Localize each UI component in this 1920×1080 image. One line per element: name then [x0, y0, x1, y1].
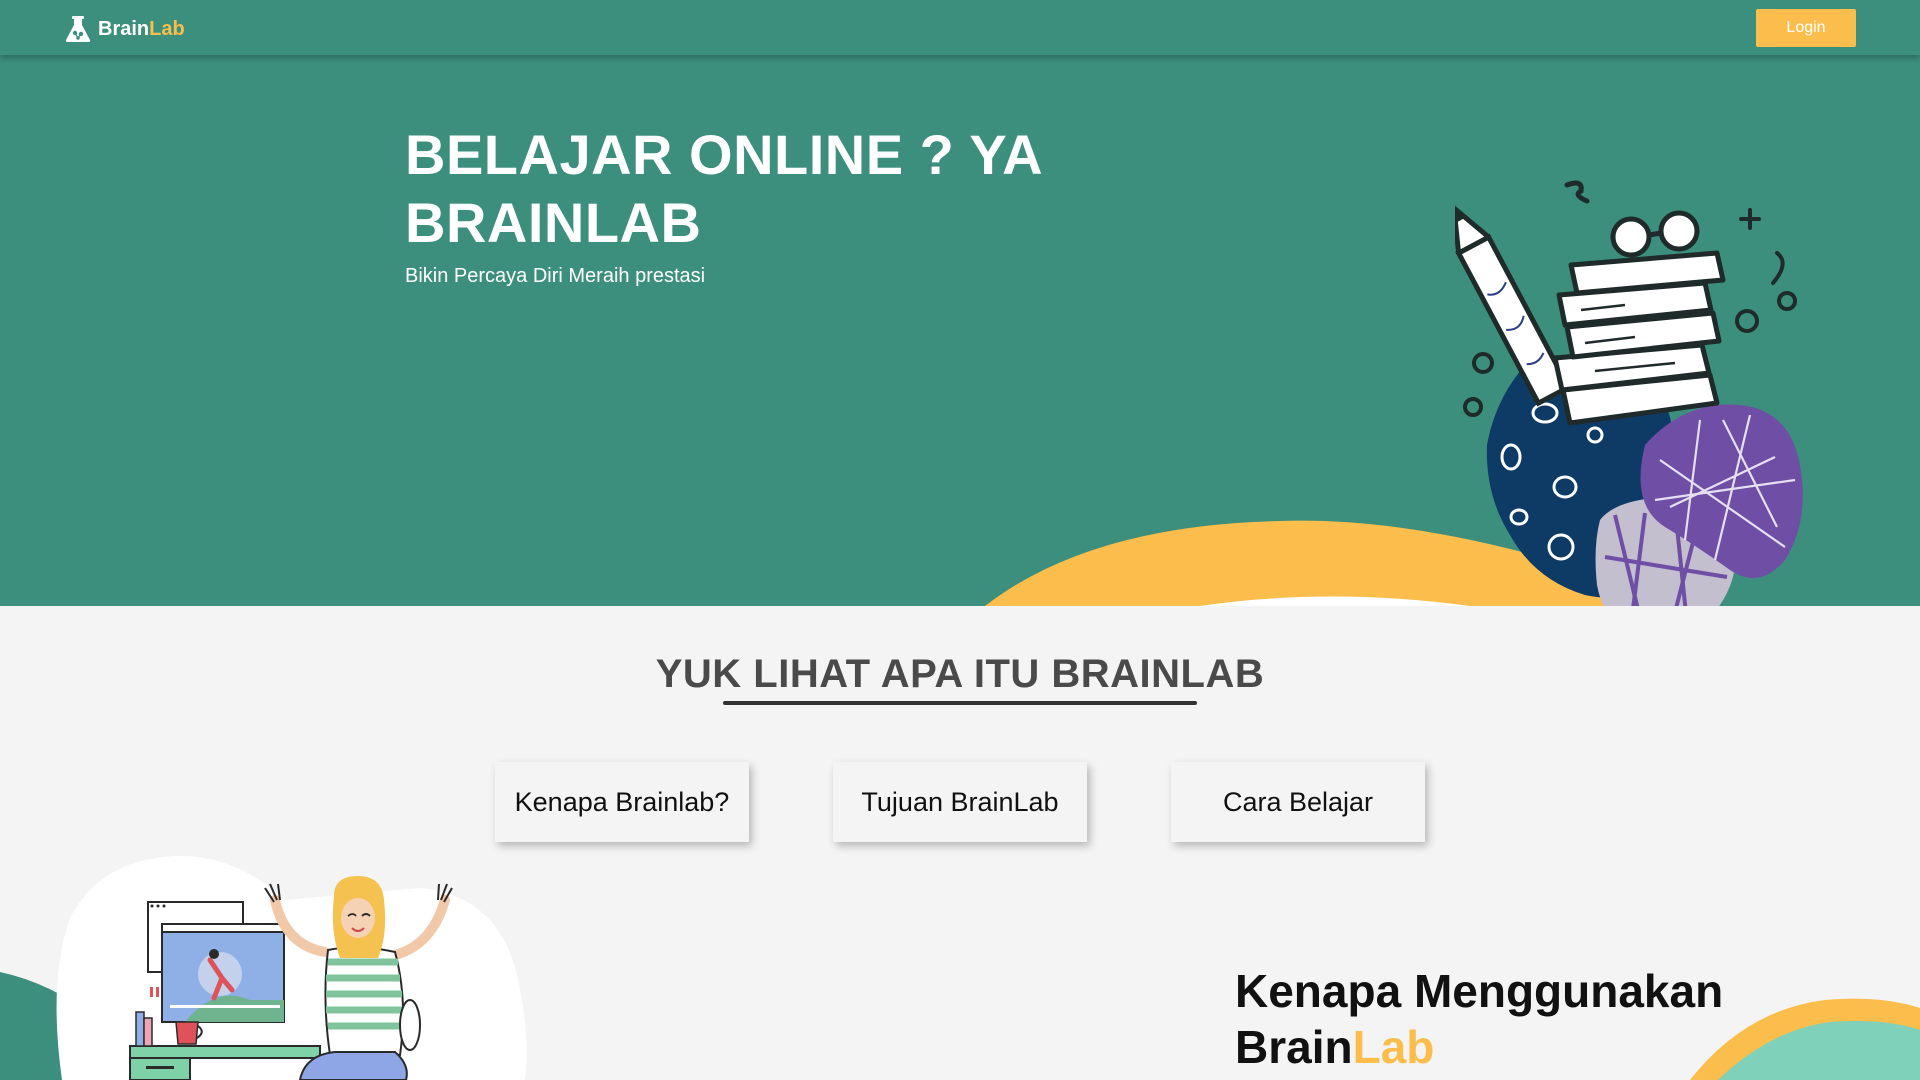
hero-title: BELAJAR ONLINE ? YA BRAINLAB — [405, 123, 1041, 254]
feature-title: Kenapa Menggunakan BrainLab — [1235, 965, 1724, 1073]
hero-section: BELAJAR ONLINE ? YA BRAINLAB Bikin Perca… — [0, 55, 1920, 606]
tab-kenapa-brainlab[interactable]: Kenapa Brainlab? — [495, 762, 749, 842]
brand-logo-link[interactable]: BrainLab — [63, 14, 185, 44]
section-title-underline — [723, 701, 1197, 705]
tab-cara-belajar[interactable]: Cara Belajar — [1171, 762, 1425, 842]
hero-subtitle: Bikin Percaya Diri Meraih prestasi — [405, 265, 706, 287]
flask-brain-icon — [65, 16, 91, 42]
brand-name: BrainLab — [98, 17, 185, 40]
books-pencil-illustration — [1455, 180, 1803, 606]
tab-tujuan-brainlab[interactable]: Tujuan BrainLab — [833, 762, 1087, 842]
section-title: YUK LIHAT APA ITU BRAINLAB — [655, 652, 1265, 696]
navbar: BrainLab Login — [0, 0, 1920, 55]
login-button[interactable]: Login — [1756, 9, 1856, 47]
